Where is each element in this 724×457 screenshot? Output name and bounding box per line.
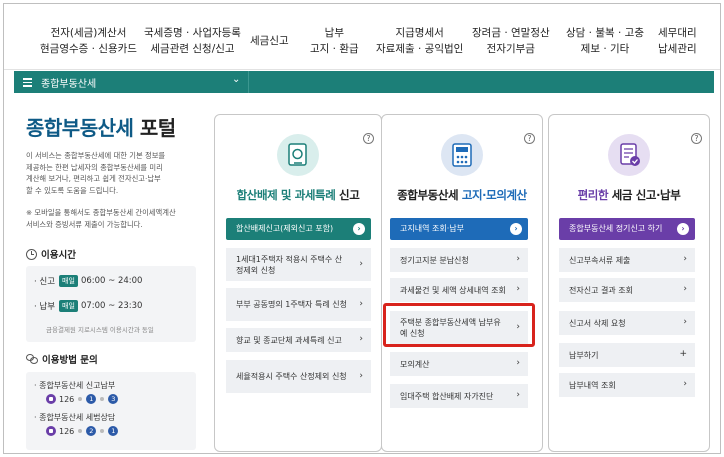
chevron-right-icon: › <box>683 379 687 389</box>
list-item[interactable]: 전자신고 결과 조회 › <box>559 278 695 302</box>
hours-box: · 신고 매일 06:00 ~ 24:00 · 납부 매일 07:00 ~ 23… <box>26 266 196 342</box>
breadcrumb-bar: 종합부동산세 ⌄ <box>14 71 714 93</box>
chevron-right-icon: › <box>683 284 687 294</box>
nav-counsel[interactable]: 상담 · 불복 · 고충 제보 · 기타 <box>566 25 644 57</box>
list-item[interactable]: 향교 및 종교단체 과세특례 신고 › <box>226 328 371 352</box>
regular-report-button[interactable]: 종합부동산세 정기신고 하기 › <box>559 218 695 240</box>
card-easy-report: ? 편리한 세금 신고·납부 종합부동산세 정기신고 하기 › 신고부속서류 제… <box>548 114 710 452</box>
list-item[interactable]: 세율적용시 주택수 산정제외 신청 › <box>226 360 371 393</box>
list-item[interactable]: 신고서 삭제 요청 › <box>559 311 695 335</box>
inquiry-label-counsel: · 종합부동산세 세법상담 <box>34 413 116 422</box>
list-item[interactable]: 납부하기 + <box>559 343 695 367</box>
nav-incentives[interactable]: 장려금 · 연말정산 전자기부금 <box>472 25 550 57</box>
list-item[interactable]: 임대주택 합산배제 자가진단 › <box>390 384 528 408</box>
nav-tax-report[interactable]: 세금신고 <box>250 33 289 49</box>
phone-icon <box>46 394 56 404</box>
nav-tax-agent[interactable]: 세무대리 납세관리 <box>658 25 697 57</box>
nav-statements[interactable]: 지급명세서 자료제출 · 공익법인 <box>376 25 463 57</box>
chevron-right-icon: › <box>516 284 520 294</box>
breadcrumb-title[interactable]: 종합부동산세 <box>41 75 96 90</box>
nav-e-invoice[interactable]: 전자(세금)계산서 현금영수증 · 신용카드 <box>40 25 137 57</box>
arrow-right-icon: › <box>353 223 365 235</box>
card-title: 합산배제 및 과세특례 신고 <box>236 188 360 202</box>
help-icon[interactable]: ? <box>691 133 702 144</box>
chevron-right-icon: › <box>516 390 520 400</box>
mobile-note: ※ 모바일을 통해서도 종합부동산세 간이세액계산 서비스와 증빙서류 제출이 … <box>26 208 176 229</box>
daily-badge: 매일 <box>59 300 78 312</box>
clock-icon <box>26 248 37 260</box>
menu-icon[interactable] <box>23 78 32 87</box>
chevron-right-icon: › <box>683 317 687 327</box>
arrow-right-icon: › <box>510 223 522 235</box>
chevron-right-icon: › <box>359 334 363 344</box>
card-title: 종합부동산세 고지·모의계산 <box>397 188 527 202</box>
daily-badge: 매일 <box>59 275 78 287</box>
list-item[interactable]: 과세물건 및 세액 상세내역 조회 › <box>390 278 528 302</box>
list-item[interactable]: 정기고지분 분납신청 › <box>390 248 528 272</box>
document-check-icon <box>608 134 650 176</box>
chevron-right-icon: › <box>516 358 520 368</box>
notice-inquiry-button[interactable]: 고지내역 조회·납부 › <box>390 218 528 240</box>
highlight-box <box>383 303 535 347</box>
portal-info: 종합부동산세 포털 이 서비스는 종합부동산세에 대한 기본 정보를 제공하는 … <box>16 94 200 453</box>
inquiry-box: · 종합부동산세 신고납부 126 1 3 · 종합부동산세 세법상담 126 … <box>26 372 196 450</box>
page-frame: 전자(세금)계산서 현금영수증 · 신용카드 국세증명 · 사업자등록 세금관련 신… <box>3 3 721 454</box>
report-hours: · 신고 매일 06:00 ~ 24:00 <box>34 275 143 287</box>
top-nav: 전자(세금)계산서 현금영수증 · 신용카드 국세증명 · 사업자등록 세금관련 신… <box>4 4 720 70</box>
chevron-down-icon[interactable]: ⌄ <box>232 74 240 85</box>
nav-certificates[interactable]: 국세증명 · 사업자등록 세금관련 신청/신고 <box>144 25 241 57</box>
nav-payment[interactable]: 납부 고지 · 환급 <box>310 25 359 57</box>
list-item[interactable]: 부부 공동명의 1주택자 특례 신청 › <box>226 288 371 321</box>
inquiry-steps-report: 126 1 3 <box>46 394 119 404</box>
help-icon[interactable]: ? <box>363 133 374 144</box>
payment-hours: · 납부 매일 07:00 ~ 23:30 <box>34 300 143 312</box>
list-item[interactable]: 납부내역 조회 › <box>559 373 695 397</box>
plus-icon: + <box>679 349 687 359</box>
portal-description: 이 서비스는 종합부동산세에 대한 기본 정보를 제공하는 한편 납세자의 종합… <box>26 151 166 195</box>
breadcrumb-divider <box>248 71 249 93</box>
chevron-right-icon: › <box>683 254 687 264</box>
inquiry-heading: 이용방법 문의 <box>26 352 98 366</box>
chat-icon <box>26 353 38 365</box>
calculator-icon <box>441 134 483 176</box>
list-item[interactable]: 신고부속서류 제출 › <box>559 248 695 272</box>
chevron-right-icon: › <box>359 298 363 309</box>
arrow-right-icon: › <box>677 223 689 235</box>
exclusion-report-button[interactable]: 합산배제신고(제외신고 포함) › <box>226 218 371 240</box>
card-title: 편리한 세금 신고·납부 <box>577 188 681 202</box>
inquiry-label-report: · 종합부동산세 신고납부 <box>34 381 116 390</box>
hours-heading: 이용시간 <box>26 247 76 261</box>
chevron-right-icon: › <box>359 258 363 269</box>
inquiry-steps-counsel: 126 2 1 <box>46 426 119 436</box>
card-exclusion-report: ? 합산배제 및 과세특례 신고 합산배제신고(제외신고 포함) › 1세대1주… <box>214 114 382 452</box>
chevron-right-icon: › <box>516 254 520 264</box>
e-document-icon <box>277 134 319 176</box>
payment-hours-note: 금융결제원 지로시스템 이용시간과 동일 <box>46 326 154 334</box>
list-item[interactable]: 1세대1주택자 적용시 주택수 산정제외 신청 › <box>226 248 371 281</box>
chevron-right-icon: › <box>359 370 363 381</box>
page-title: 종합부동산세 포털 <box>26 116 176 140</box>
phone-icon <box>46 426 56 436</box>
card-notice-calculation: ? 종합부동산세 고지·모의계산 고지내역 조회·납부 › 정기고지분 분납신청… <box>381 114 543 452</box>
list-item[interactable]: 모의계산 › <box>390 352 528 376</box>
help-icon[interactable]: ? <box>524 133 535 144</box>
